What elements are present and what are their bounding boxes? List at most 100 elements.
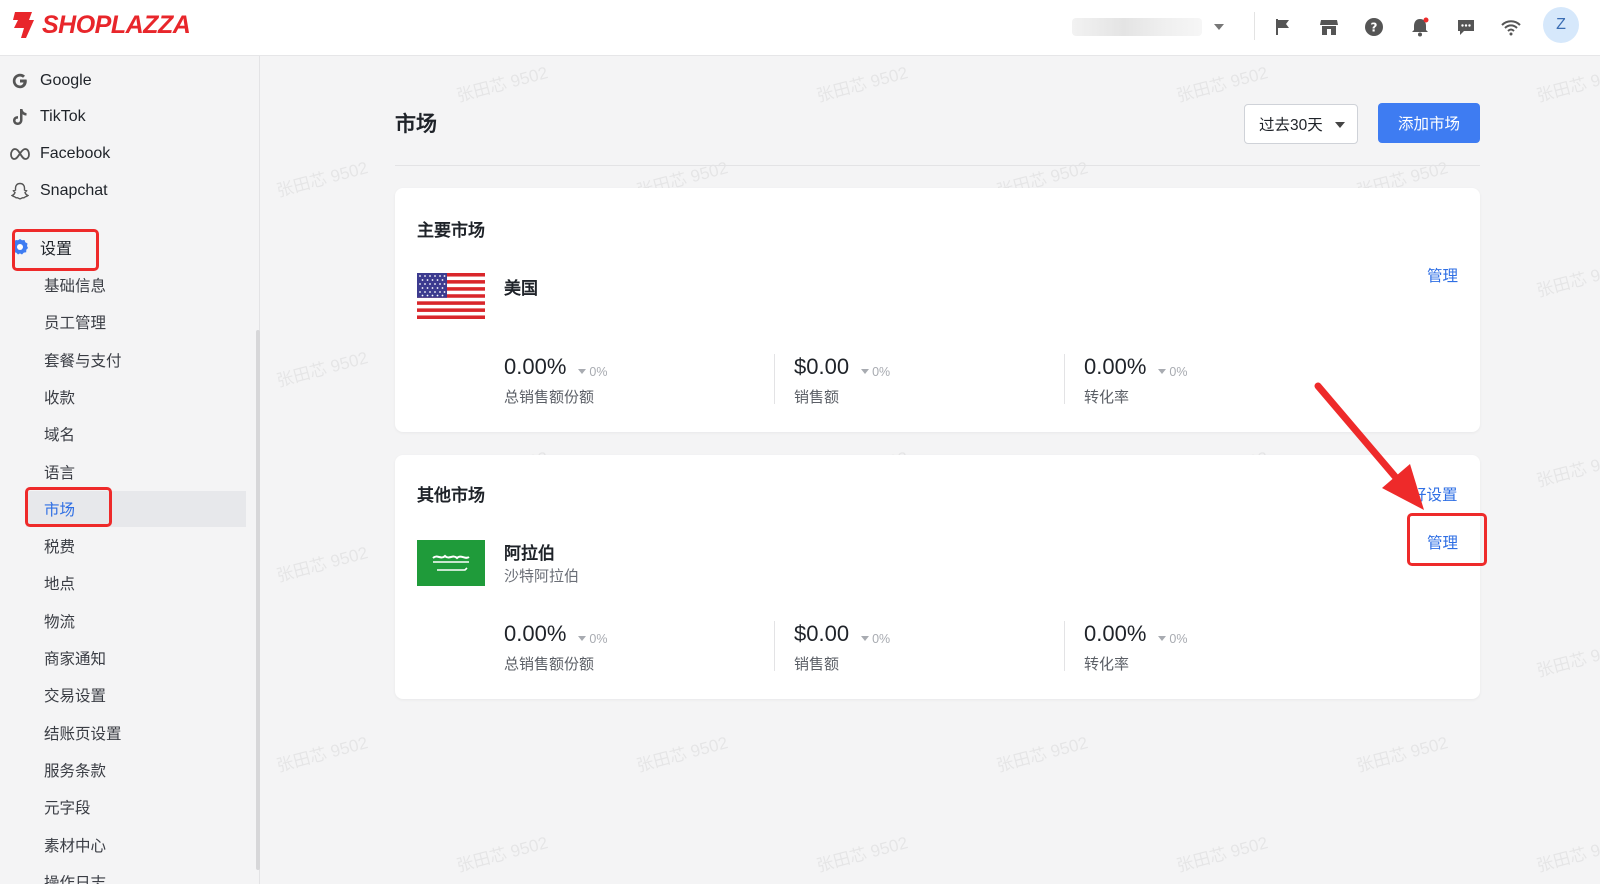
caret-down-icon	[1158, 369, 1167, 374]
brand-logo[interactable]: SHOPLAZZA	[12, 10, 191, 40]
metric-change-text: 0%	[872, 631, 891, 646]
metric-value: 0.00% 0%	[504, 354, 607, 380]
sidebar-sub-item[interactable]: 商家通知	[44, 645, 106, 671]
metric-change: 0%	[861, 365, 890, 379]
metric-divider	[774, 621, 775, 671]
metric-change: 0%	[578, 365, 607, 379]
watermark-text: 张田芯 9502	[994, 733, 1090, 776]
metric-change: 0%	[1158, 365, 1187, 379]
caret-down-icon	[1158, 636, 1167, 641]
metric-change-text: 0%	[589, 364, 608, 379]
sidebar-sub-item[interactable]: 交易设置	[44, 682, 106, 708]
sidebar-sub-item[interactable]: 市场	[44, 496, 75, 522]
caret-down-icon	[578, 369, 587, 374]
sidebar-sub-item[interactable]: 税费	[44, 533, 75, 559]
sidebar-item-google[interactable]: Google	[10, 68, 92, 94]
sidebar-sub-item[interactable]: 物流	[44, 608, 75, 634]
metric-change-text: 0%	[872, 364, 891, 379]
metric-label: 销售额	[794, 656, 840, 673]
store-selector[interactable]	[1072, 14, 1232, 40]
sidebar-item-settings[interactable]: 设置	[10, 234, 72, 260]
metric-block: $0.00 0% 销售额	[794, 354, 890, 407]
gear-icon	[10, 237, 30, 257]
page-title: 市场	[395, 113, 437, 136]
sidebar-sub-item[interactable]: 域名	[44, 421, 75, 447]
add-market-button[interactable]: 添加市场	[1378, 103, 1480, 143]
other-market-card: 其他市场 好设置 管理 阿拉伯 沙特阿拉伯 0.00% 0% 总销售额份额 $0.00…	[395, 455, 1480, 699]
date-range-select[interactable]: 过去30天	[1244, 104, 1358, 144]
sidebar-sub-item[interactable]: 元字段	[44, 794, 91, 820]
sidebar-sub-item[interactable]: 语言	[44, 459, 75, 485]
metric-value-text: 0.00%	[1084, 621, 1147, 646]
market-country: 沙特阿拉伯	[504, 568, 580, 585]
watermark-text: 张田芯 9502	[1174, 833, 1270, 876]
watermark-text: 张田芯 9502	[1174, 63, 1270, 106]
metric-label: 总销售额份额	[504, 389, 595, 406]
metric-change-text: 0%	[1169, 631, 1188, 646]
metric-block: 0.00% 0% 总销售额份额	[504, 354, 607, 407]
sidebar-item-label: Snapchat	[40, 182, 108, 199]
metric-label: 销售额	[794, 389, 840, 406]
metric-change: 0%	[578, 632, 607, 646]
metric-change-text: 0%	[1169, 364, 1188, 379]
help-icon[interactable]: ?	[1361, 14, 1387, 40]
sidebar-sub-item[interactable]: 收款	[44, 384, 75, 410]
watermark-text: 张田芯 9502	[1534, 833, 1600, 876]
sidebar-scrollbar[interactable]	[256, 330, 260, 870]
caret-down-icon	[861, 369, 870, 374]
sidebar-sub-item[interactable]: 服务条款	[44, 757, 106, 783]
brand-name: SHOPLAZZA	[42, 10, 191, 39]
metric-value-text: 0.00%	[504, 354, 567, 379]
metric-value: $0.00 0%	[794, 354, 890, 380]
chevron-down-icon	[1335, 122, 1345, 128]
metric-label: 转化率	[1084, 389, 1130, 406]
title-divider	[395, 165, 1480, 166]
metric-divider	[1064, 354, 1065, 404]
sidebar-item-label: Facebook	[40, 145, 111, 162]
metric-divider	[1064, 621, 1065, 671]
watermark-text: 张田芯 9502	[454, 63, 550, 106]
watermark-text: 张田芯 9502	[274, 733, 370, 776]
watermark-text: 张田芯 9502	[274, 348, 370, 391]
user-avatar[interactable]: Z	[1543, 7, 1579, 43]
metric-value-text: 0.00%	[1084, 354, 1147, 379]
top-bar: SHOPLAZZA ? Z	[0, 0, 1600, 56]
wifi-icon[interactable]	[1498, 14, 1524, 40]
watermark-text: 张田芯 9502	[1534, 63, 1600, 106]
card-title: 其他市场	[417, 486, 485, 505]
watermark-text: 张田芯 9502	[1534, 448, 1600, 491]
metric-label: 转化率	[1084, 656, 1130, 673]
sidebar-sub-item[interactable]: 结账页设置	[44, 720, 122, 746]
sidebar-item-facebook[interactable]: Facebook	[10, 141, 110, 167]
preferences-link[interactable]: 好设置	[1411, 483, 1458, 505]
metric-value: 0.00% 0%	[1084, 621, 1187, 647]
bell-icon[interactable]	[1407, 14, 1433, 40]
watermark-text: 张田芯 9502	[274, 158, 370, 201]
manage-other-link[interactable]: 管理	[1427, 531, 1458, 553]
metric-value: 0.00% 0%	[504, 621, 607, 647]
sidebar-sub-item[interactable]: 地点	[44, 570, 75, 596]
sidebar-item-label: TikTok	[40, 108, 86, 125]
sidebar-item-snapchat[interactable]: Snapchat	[10, 178, 108, 204]
metric-value-text: $0.00	[794, 354, 850, 379]
manage-primary-link[interactable]: 管理	[1427, 264, 1458, 286]
watermark-text: 张田芯 9502	[814, 63, 910, 106]
sidebar-item-tiktok[interactable]: TikTok	[10, 104, 86, 130]
us-flag-icon	[417, 273, 485, 319]
store-icon[interactable]	[1316, 14, 1342, 40]
watermark-text: 张田芯 9502	[1534, 638, 1600, 681]
sidebar-sub-item[interactable]: 员工管理	[44, 309, 106, 335]
store-name-redacted	[1072, 18, 1202, 36]
sidebar-sub-item[interactable]: 套餐与支付	[44, 347, 122, 373]
watermark-text: 张田芯 9502	[454, 833, 550, 876]
chat-icon[interactable]	[1453, 14, 1479, 40]
watermark-text: 张田芯 9502	[1354, 733, 1450, 776]
header-divider	[1254, 12, 1255, 40]
card-title: 主要市场	[417, 221, 485, 240]
google-icon	[10, 71, 30, 91]
sidebar-sub-item[interactable]: 操作日志	[44, 869, 106, 884]
tiktok-icon	[10, 107, 30, 127]
sidebar-sub-item[interactable]: 基础信息	[44, 272, 106, 298]
flag-icon[interactable]	[1270, 14, 1296, 40]
sidebar-sub-item[interactable]: 素材中心	[44, 832, 106, 858]
